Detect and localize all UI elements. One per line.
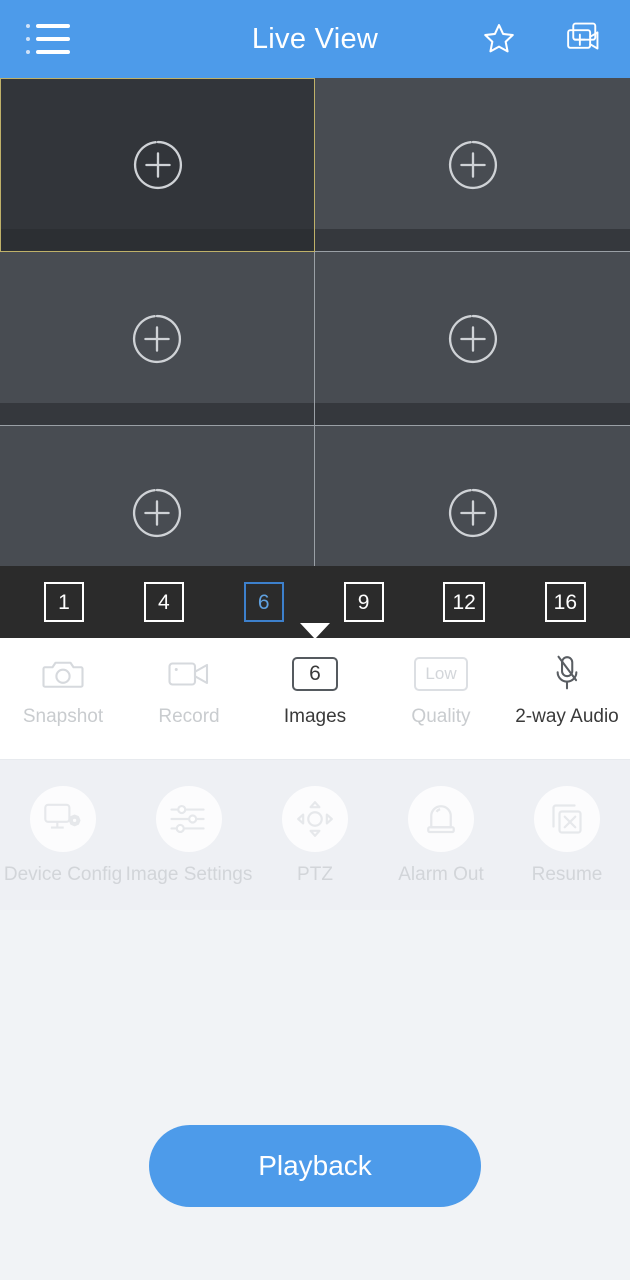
primary-toolbar: Snapshot Record 6 Images Low Quality 2-w… [0,638,630,760]
layout-selector-bar: 1 4 6 9 12 16 [0,566,630,639]
video-cell-4[interactable] [315,252,630,426]
plus-circle-icon [448,314,497,363]
cell-status-strip [1,229,314,251]
tool-label: Snapshot [22,706,104,727]
tool-label: Device Config [3,864,123,885]
ptz-directional-icon [282,786,348,852]
tool-two-way-audio[interactable]: 2-way Audio [504,654,630,728]
video-cell-6[interactable] [315,426,630,566]
secondary-toolbar: Device Config Image Settings PTZ Alarm O… [0,760,630,910]
tool-images[interactable]: 6 Images [252,654,378,728]
sliders-icon [156,786,222,852]
video-cell-2[interactable] [315,78,630,252]
tool-alarm-out[interactable]: Alarm Out [378,786,504,886]
video-cell-5[interactable] [0,426,315,566]
tool-resume[interactable]: Resume [504,786,630,886]
playback-button[interactable]: Playback [149,1125,481,1207]
layout-option-16[interactable]: 16 [544,582,587,622]
stacked-squares-x-icon [534,786,600,852]
video-cell-3[interactable] [0,252,315,426]
footer-area: Playback [0,1110,630,1280]
tool-snapshot[interactable]: Snapshot [0,654,126,728]
add-device-button[interactable] [558,12,612,66]
monitor-gear-icon [30,786,96,852]
app-header: Live View [0,0,630,78]
tool-record[interactable]: Record [126,654,252,728]
images-count-badge: 6 [292,657,338,691]
tool-label: PTZ [297,864,333,885]
tool-label: 2-way Audio [515,706,619,727]
cell-status-strip [315,403,630,425]
camera-icon [42,654,84,694]
layout-option-4[interactable]: 4 [143,582,184,622]
layout-option-6[interactable]: 6 [243,582,284,622]
tool-device-config[interactable]: Device Config [0,786,126,886]
list-menu-icon [26,24,70,54]
microphone-muted-icon [552,654,582,694]
menu-button[interactable] [0,0,96,78]
images-count-box: 6 [292,654,338,694]
plus-circle-icon [132,314,182,363]
content-spacer [0,910,630,1110]
layout-option-9[interactable]: 9 [343,582,384,622]
favorites-button[interactable] [472,12,526,66]
star-icon [484,24,514,53]
plus-circle-icon [133,140,182,190]
selection-caret-icon [300,623,330,639]
layout-option-1[interactable]: 1 [43,582,84,622]
cell-status-strip [0,403,314,425]
tool-label: Quality [411,706,471,727]
video-cell-1[interactable] [0,78,315,252]
cell-status-strip [315,229,630,251]
tool-label: Record [158,706,220,727]
tool-ptz[interactable]: PTZ [252,786,378,886]
video-grid [0,78,630,566]
plus-circle-icon [448,140,497,189]
tool-quality[interactable]: Low Quality [378,654,504,728]
layout-option-12[interactable]: 12 [443,582,485,622]
plus-circle-icon [132,488,182,537]
video-grid-container [0,78,630,566]
tool-label: Images [283,706,347,727]
live-view-screen: Live View 1 4 6 9 12 16 Snapshot Record … [0,0,630,1280]
quality-badge: Low [414,657,468,691]
tool-label: Resume [531,864,603,885]
tool-label: Image Settings [125,864,253,885]
add-camera-icon [567,22,599,50]
quality-box: Low [414,654,468,694]
video-camera-icon [168,654,210,694]
siren-icon [408,786,474,852]
header-actions [472,0,630,78]
tool-label: Alarm Out [398,864,484,885]
tool-image-settings[interactable]: Image Settings [126,786,252,886]
plus-circle-icon [448,488,497,537]
